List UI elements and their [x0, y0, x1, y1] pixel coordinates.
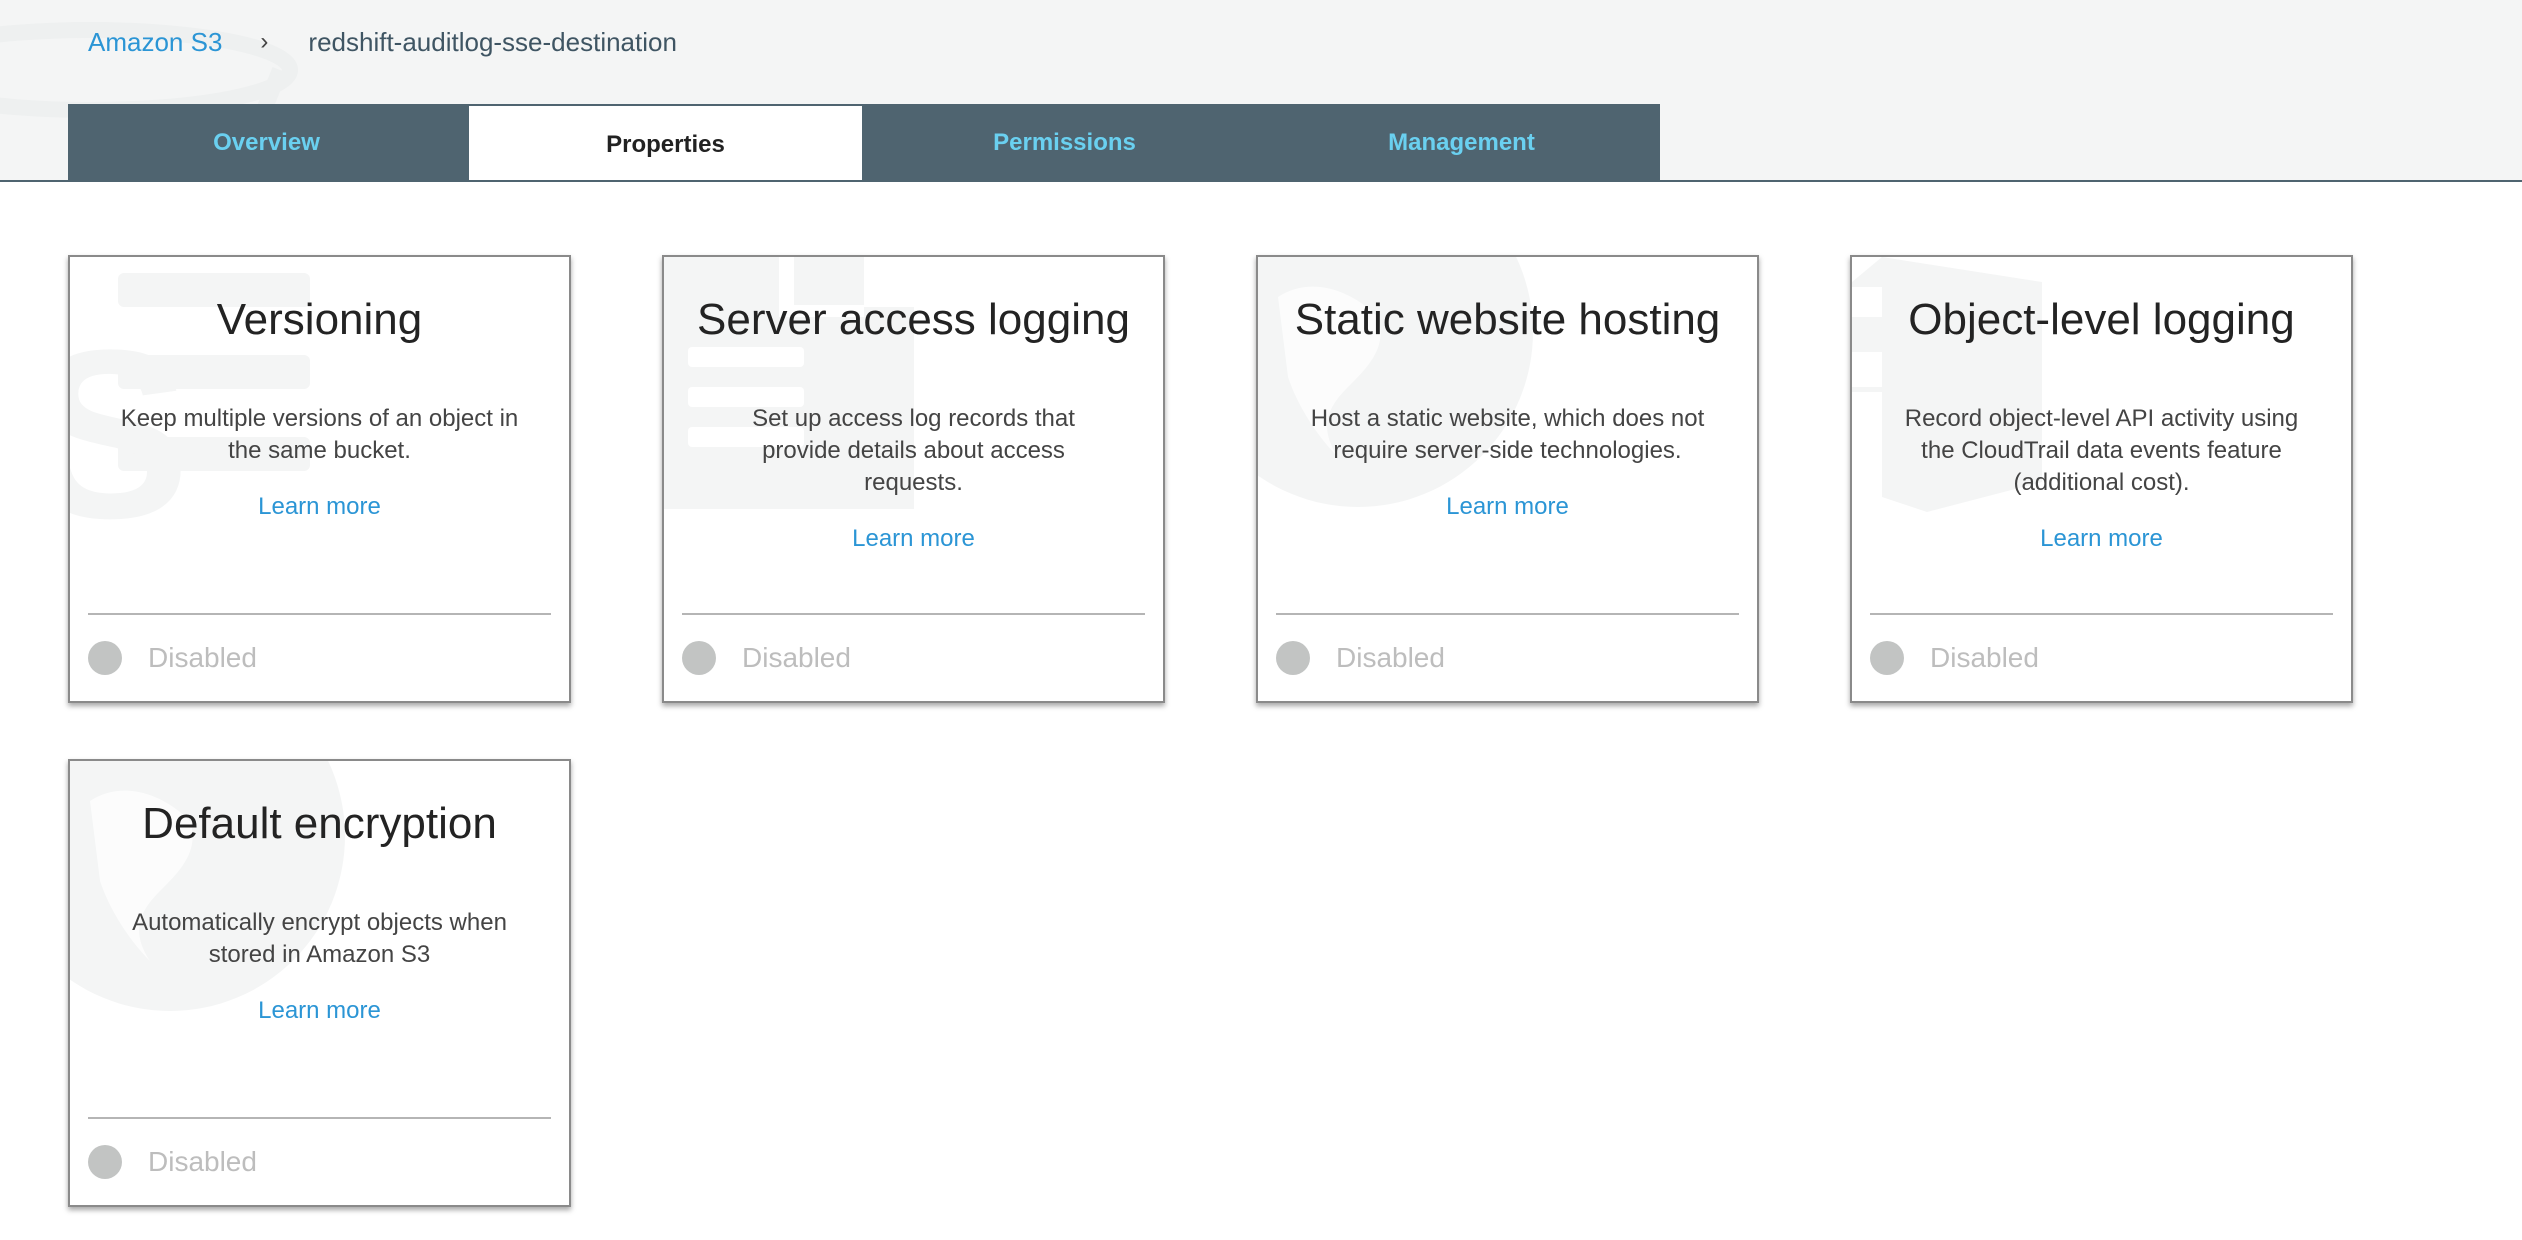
status-dot-icon — [88, 1145, 122, 1179]
status-dot-icon — [88, 641, 122, 675]
card-title: Default encryption — [142, 799, 497, 848]
status-dot-icon — [1276, 641, 1310, 675]
card-description: Automatically encrypt objects when store… — [120, 907, 519, 1027]
card-description-text: Record object-level API activity using t… — [1904, 405, 2299, 496]
card-description: Record object-level API activity using t… — [1902, 403, 2301, 555]
status-indicator: Disabled — [1276, 640, 1445, 676]
card-divider — [1870, 613, 2333, 615]
breadcrumb-current-bucket: redshift-auditlog-sse-destination — [308, 26, 677, 57]
status-text: Disabled — [148, 1146, 257, 1177]
tab-bar: Overview Properties Permissions Manageme… — [68, 104, 1660, 180]
card-title: Versioning — [216, 295, 423, 344]
learn-more-link[interactable]: Learn more — [1308, 491, 1707, 523]
status-dot-icon — [682, 641, 716, 675]
learn-more-link[interactable]: Learn more — [120, 491, 519, 523]
card-default-encryption[interactable]: Default encryption Automatically encrypt… — [68, 759, 571, 1207]
card-divider — [88, 613, 551, 615]
status-text: Disabled — [1930, 642, 2039, 673]
card-title: Static website hosting — [1294, 295, 1721, 344]
status-indicator: Disabled — [682, 640, 851, 676]
card-server-access-logging[interactable]: Server access logging Set up access log … — [662, 255, 1165, 703]
card-divider — [88, 1117, 551, 1119]
card-description-text: Set up access log records that provide d… — [752, 405, 1075, 496]
card-title: Object-level logging — [1908, 295, 2295, 344]
tab-management[interactable]: Management — [1263, 104, 1660, 180]
card-versioning[interactable]: S Versioning Keep multiple versions of a… — [68, 255, 571, 703]
learn-more-link[interactable]: Learn more — [120, 995, 519, 1027]
card-description: Host a static website, which does not re… — [1308, 403, 1707, 523]
status-text: Disabled — [742, 642, 851, 673]
tab-overview[interactable]: Overview — [68, 104, 465, 180]
tab-properties[interactable]: Properties — [467, 104, 864, 180]
breadcrumb: Amazon S3 › redshift-auditlog-sse-destin… — [88, 22, 677, 62]
status-text: Disabled — [148, 642, 257, 673]
card-description-text: Automatically encrypt objects when store… — [132, 909, 507, 968]
status-indicator: Disabled — [1870, 640, 2039, 676]
learn-more-link[interactable]: Learn more — [714, 523, 1113, 555]
card-description: Keep multiple versions of an object in t… — [120, 403, 519, 523]
status-dot-icon — [1870, 641, 1904, 675]
card-static-website-hosting[interactable]: Static website hosting Host a static web… — [1256, 255, 1759, 703]
learn-more-link[interactable]: Learn more — [1902, 523, 2301, 555]
card-description: Set up access log records that provide d… — [714, 403, 1113, 555]
card-description-text: Keep multiple versions of an object in t… — [120, 405, 519, 464]
card-divider — [1276, 613, 1739, 615]
status-indicator: Disabled — [88, 1144, 257, 1180]
card-description-text: Host a static website, which does not re… — [1310, 405, 1705, 464]
page-header: Amazon S3 › redshift-auditlog-sse-destin… — [0, 0, 2522, 182]
chevron-right-icon: › — [260, 28, 269, 55]
tab-permissions[interactable]: Permissions — [866, 104, 1263, 180]
breadcrumb-amazon-s3-link[interactable]: Amazon S3 — [88, 27, 222, 58]
status-indicator: Disabled — [88, 640, 257, 676]
card-divider — [682, 613, 1145, 615]
card-title: Server access logging — [697, 295, 1130, 344]
card-object-level-logging[interactable]: Object-level logging Record object-level… — [1850, 255, 2353, 703]
status-text: Disabled — [1336, 642, 1445, 673]
